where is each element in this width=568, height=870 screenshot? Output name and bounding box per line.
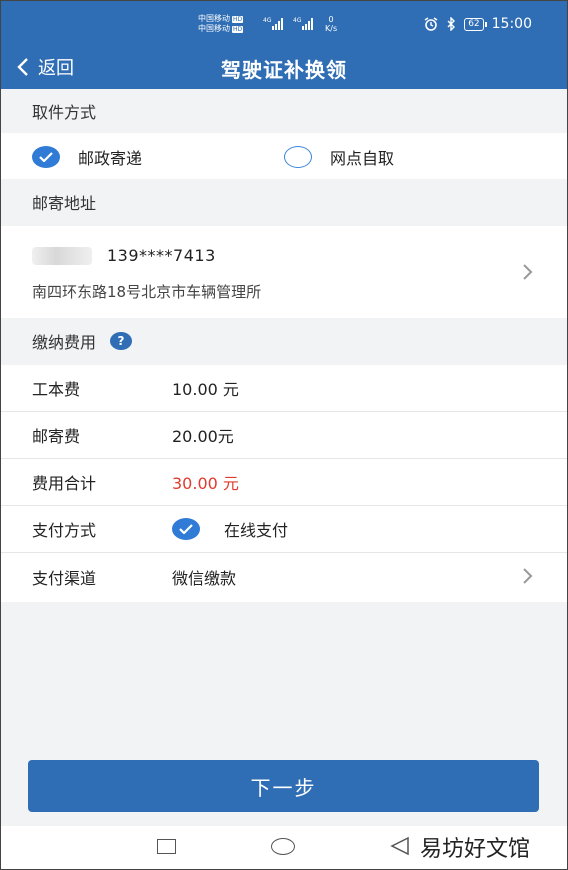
system-nav-bar: 易坊好文馆 — [0, 826, 568, 870]
fee-label: 邮寄费 — [32, 427, 81, 446]
alarm-icon — [424, 17, 438, 31]
checked-icon — [172, 518, 200, 540]
recipient-name-blurred — [32, 247, 92, 265]
fee-row-payment-channel[interactable]: 支付渠道 微信缴款 — [0, 553, 568, 600]
fee-label: 工本费 — [32, 380, 81, 399]
network-speed: 0 K/s — [325, 15, 337, 33]
fee-row-total: 费用合计 30.00 元 — [0, 459, 568, 506]
speed-unit: K/s — [325, 24, 338, 33]
radio-mail-delivery[interactable]: 邮政寄递 — [32, 145, 142, 169]
carrier-1: 中国移动 — [198, 14, 230, 23]
fee-row-payment-method: 支付方式 在线支付 — [0, 506, 568, 553]
hd-badge-1: HD — [232, 16, 244, 23]
status-bar: 中国移动 HD 中国移动 HD 4G 4G 0 K/s 62 15:00 — [0, 0, 568, 45]
battery-icon: 62 — [464, 17, 488, 31]
home-icon[interactable] — [271, 838, 295, 855]
signal-icon-2 — [302, 18, 313, 30]
fees-heading: 缴纳费用 ? — [0, 319, 568, 363]
speed-value: 0 — [328, 15, 334, 24]
fee-row-production: 工本费 10.00 元 — [0, 365, 568, 412]
page-title: 驾驶证补换领 — [221, 58, 347, 82]
fee-label: 支付渠道 — [32, 568, 97, 588]
chevron-right-icon — [523, 264, 533, 280]
bluetooth-icon — [447, 17, 456, 31]
payment-method-label: 在线支付 — [224, 521, 289, 540]
pickup-heading: 取件方式 — [32, 103, 97, 122]
address-heading: 邮寄地址 — [32, 194, 97, 213]
pickup-options: 邮政寄递 网点自取 — [0, 133, 568, 179]
radio-self-pickup[interactable]: 网点自取 — [284, 145, 394, 169]
radio-mail-label: 邮政寄递 — [78, 149, 143, 168]
radio-self-label: 网点自取 — [330, 149, 395, 168]
signal-icon-1 — [272, 18, 283, 30]
recipient-phone: 139****7413 — [107, 246, 216, 265]
payment-channel-value: 微信缴款 — [172, 568, 237, 588]
recipient-address: 南四环东路18号北京市车辆管理所 — [32, 283, 262, 301]
back-triangle-icon[interactable] — [389, 836, 411, 856]
checked-icon — [32, 146, 60, 168]
help-icon[interactable]: ? — [110, 332, 133, 350]
chevron-right-icon — [523, 568, 533, 584]
fee-row-postage: 邮寄费 20.00元 — [0, 412, 568, 459]
carrier-info: 中国移动 HD 中国移动 HD — [198, 14, 244, 34]
fee-value: 20.00元 — [172, 427, 234, 446]
fee-value: 10.00 元 — [172, 380, 239, 399]
fee-label: 费用合计 — [32, 474, 97, 493]
hd-badge-2: HD — [232, 26, 244, 33]
carrier-2: 中国移动 — [198, 24, 230, 33]
network-type-2: 4G — [293, 17, 302, 24]
watermark: 易坊好文馆 — [420, 837, 531, 862]
status-icons: 62 15:00 — [424, 16, 532, 32]
unchecked-icon — [284, 146, 312, 168]
payment-online-option[interactable]: 在线支付 — [172, 517, 288, 541]
address-card[interactable]: 139****7413 南四环东路18号北京市车辆管理所 — [0, 226, 568, 318]
fees-table: 工本费 10.00 元 邮寄费 20.00元 费用合计 30.00 元 支付方式… — [0, 365, 568, 602]
clock: 15:00 — [491, 16, 532, 32]
fee-label: 支付方式 — [32, 521, 97, 540]
recent-apps-icon[interactable] — [157, 839, 176, 854]
fees-heading-label: 缴纳费用 — [32, 333, 97, 352]
fee-total-value: 30.00 元 — [172, 474, 239, 493]
nav-bar: 返回 驾驶证补换领 — [0, 45, 568, 89]
network-type-1: 4G — [263, 17, 272, 24]
next-step-button[interactable]: 下一步 — [28, 760, 539, 812]
